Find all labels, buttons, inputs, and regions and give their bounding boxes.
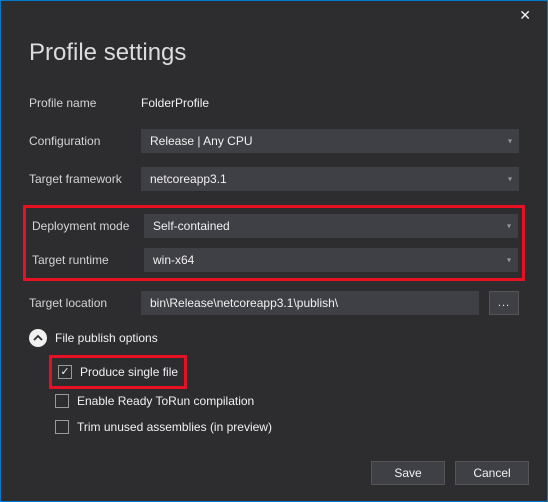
highlight-box-single-file: Produce single file (49, 355, 187, 389)
label-profile-name: Profile name (29, 96, 141, 110)
row-target-framework: Target framework netcoreapp3.1 ▾ (29, 167, 519, 191)
dropdown-deployment-mode[interactable]: Self-contained ▾ (144, 214, 518, 238)
close-icon[interactable]: ✕ (513, 5, 537, 26)
browse-button-label: ... (498, 297, 510, 309)
label-check-trim: Trim unused assemblies (in preview) (77, 420, 272, 434)
dropdown-target-runtime[interactable]: win-x64 ▾ (144, 248, 518, 272)
row-configuration: Configuration Release | Any CPU ▾ (29, 129, 519, 153)
row-check-ready-to-run[interactable]: Enable Ready ToRun compilation (55, 391, 519, 411)
dropdown-target-framework-value: netcoreapp3.1 (150, 172, 227, 186)
label-target-runtime: Target runtime (30, 253, 144, 267)
titlebar: ✕ (1, 1, 547, 29)
label-target-framework: Target framework (29, 172, 141, 186)
save-button[interactable]: Save (371, 461, 445, 485)
page-title: Profile settings (29, 39, 519, 67)
cancel-button[interactable]: Cancel (455, 461, 529, 485)
row-target-runtime: Target runtime win-x64 ▾ (30, 248, 518, 272)
dropdown-target-runtime-value: win-x64 (153, 253, 194, 267)
row-deployment-mode: Deployment mode Self-contained ▾ (30, 214, 518, 238)
dialog-content: Profile settings Profile name FolderProf… (1, 39, 547, 437)
expander-label: File publish options (55, 331, 158, 345)
row-profile-name: Profile name FolderProfile (29, 91, 519, 115)
cancel-button-label: Cancel (473, 466, 510, 480)
dropdown-target-framework[interactable]: netcoreapp3.1 ▾ (141, 167, 519, 191)
textbox-target-location[interactable]: bin\Release\netcoreapp3.1\publish\ (141, 291, 479, 315)
button-bar: Save Cancel (371, 461, 529, 485)
save-button-label: Save (394, 466, 421, 480)
label-configuration: Configuration (29, 134, 141, 148)
label-check-ready-to-run: Enable Ready ToRun compilation (77, 394, 254, 408)
chevron-down-icon: ▾ (508, 137, 512, 146)
highlight-box-deployment: Deployment mode Self-contained ▾ Target … (23, 205, 525, 281)
value-profile-name: FolderProfile (141, 96, 519, 110)
dropdown-deployment-mode-value: Self-contained (153, 219, 230, 233)
label-target-location: Target location (29, 296, 141, 310)
label-check-single-file: Produce single file (80, 365, 178, 379)
chevron-down-icon: ▾ (507, 222, 511, 231)
checkbox-ready-to-run[interactable] (55, 394, 69, 408)
chevron-down-icon: ▾ (507, 256, 511, 265)
chevron-up-icon[interactable] (29, 329, 47, 347)
row-target-location: Target location bin\Release\netcoreapp3.… (29, 291, 519, 315)
textbox-target-location-value: bin\Release\netcoreapp3.1\publish\ (150, 296, 338, 310)
dropdown-configuration-value: Release | Any CPU (150, 134, 253, 148)
checkbox-single-file[interactable] (58, 365, 72, 379)
row-check-trim[interactable]: Trim unused assemblies (in preview) (55, 417, 519, 437)
browse-button[interactable]: ... (489, 291, 519, 315)
checkbox-trim[interactable] (55, 420, 69, 434)
row-check-single-file[interactable]: Produce single file (58, 362, 178, 382)
dropdown-configuration[interactable]: Release | Any CPU ▾ (141, 129, 519, 153)
label-deployment-mode: Deployment mode (30, 219, 144, 233)
chevron-down-icon: ▾ (508, 175, 512, 184)
expander-file-publish[interactable]: File publish options (29, 329, 519, 347)
